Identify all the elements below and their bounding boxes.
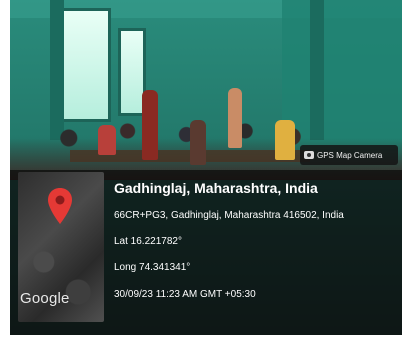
person <box>142 90 158 160</box>
window <box>60 8 111 122</box>
location-city: Gadhinglaj, Maharashtra, India <box>114 180 318 196</box>
map-pin-icon <box>48 188 72 224</box>
longitude: Long 74.341341° <box>114 262 191 273</box>
badge-label: GPS Map Camera <box>317 150 383 160</box>
google-logo: Google <box>20 290 70 307</box>
person <box>228 88 242 148</box>
camera-icon <box>304 151 314 159</box>
person <box>275 120 295 160</box>
timestamp: 30/09/23 11:23 AM GMT +05:30 <box>114 289 256 300</box>
person <box>98 125 116 155</box>
location-address: 66CR+PG3, Gadhinglaj, Maharashtra 416502… <box>114 210 344 221</box>
person <box>190 120 206 165</box>
latitude: Lat 16.221782° <box>114 236 182 247</box>
gps-map-camera-badge: GPS Map Camera <box>300 145 398 165</box>
